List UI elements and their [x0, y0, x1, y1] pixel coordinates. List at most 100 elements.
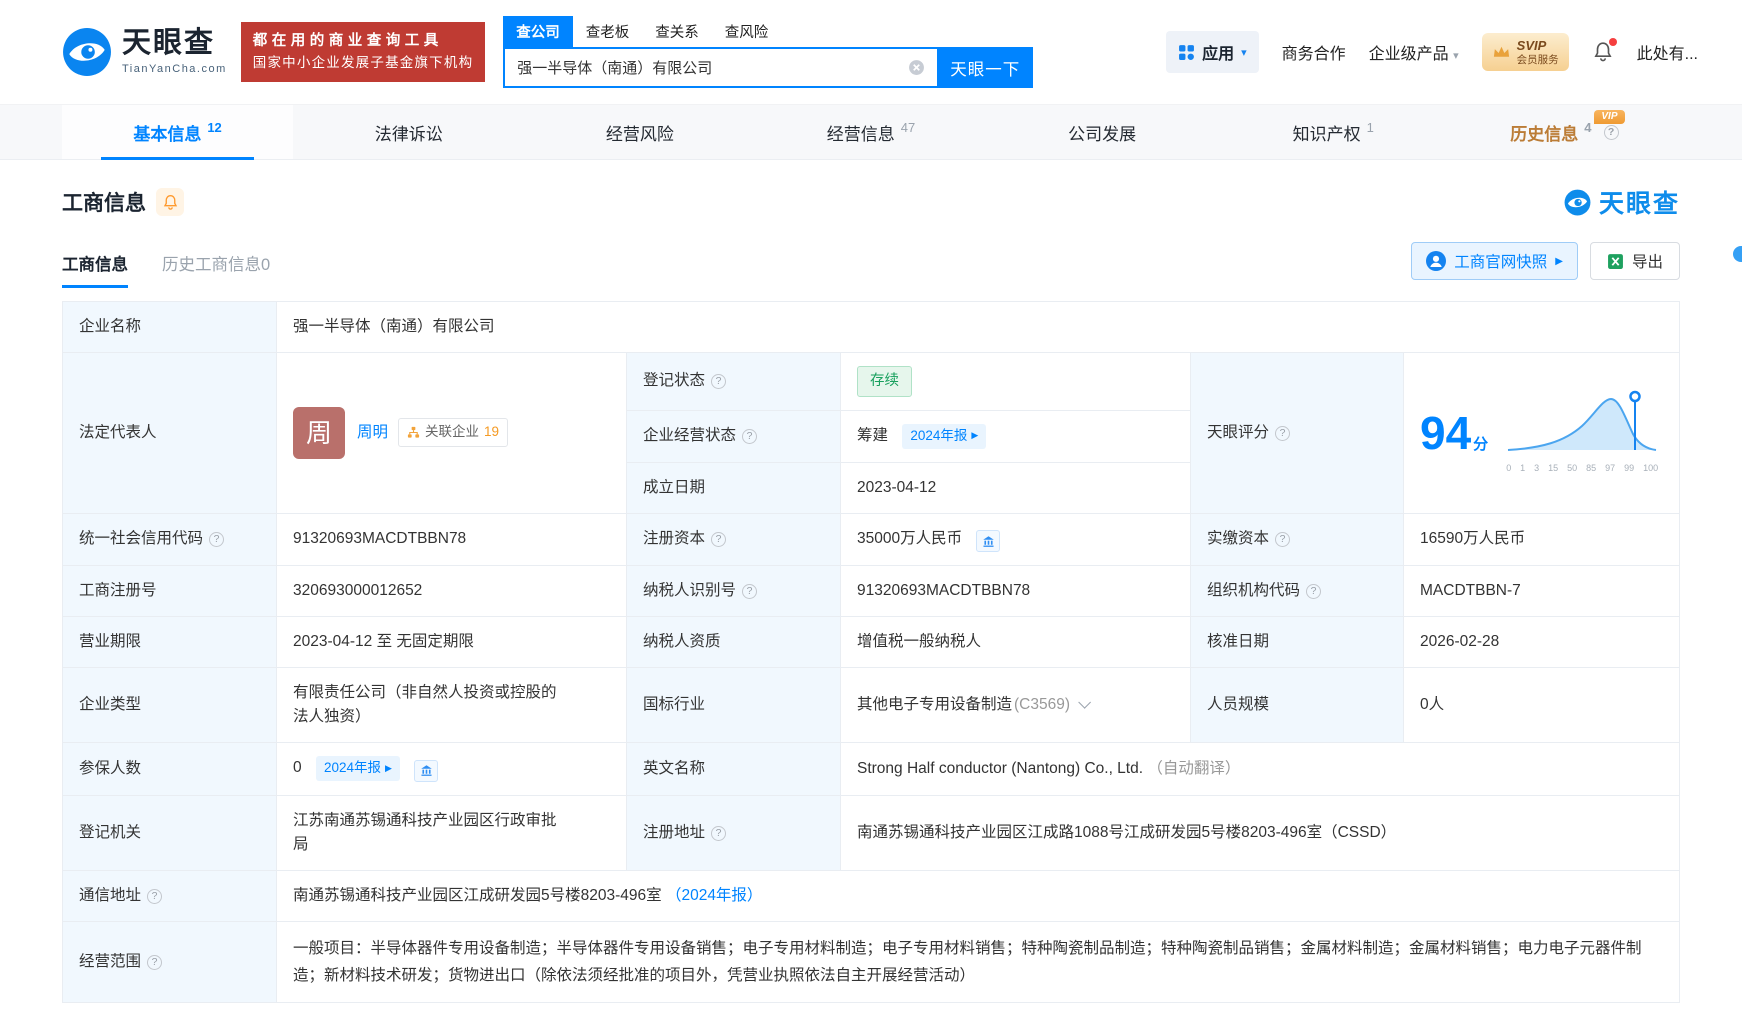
field-value-score: 94 分 0 1 3 15 50 85 97 99 100 [1403, 352, 1680, 514]
field-value-taxpayer-qualification: 增值税一般纳税人 [840, 616, 1191, 669]
help-icon[interactable]: ? [711, 825, 727, 841]
tab-history-info[interactable]: VIP 历史信息 4 ? [1449, 105, 1680, 159]
field-label-registered-address: 注册地址? [626, 794, 841, 871]
brand-name: 天眼查 [1598, 190, 1680, 218]
field-value-paid-in-capital: 16590万人民币 [1403, 512, 1680, 567]
tab-company-development-label: 公司发展 [1068, 124, 1137, 144]
search-tab-relation[interactable]: 查关系 [642, 16, 712, 47]
field-value-establish-date: 2023-04-12 [840, 461, 1191, 514]
related-companies-count: 19 [484, 424, 500, 440]
top-menu: 应用 ▾ 商务合作 企业级产品 ▾ SVIP 会员服务 此处有... [1166, 31, 1742, 73]
search-tab-risk[interactable]: 查风险 [712, 16, 782, 47]
annual-report-tag[interactable]: 2024年报 ▶ [315, 756, 400, 782]
capital-detail-button[interactable] [976, 530, 1001, 553]
bank-icon [983, 535, 994, 547]
main-content: 工商信息 天眼查 工商信息 历史工商信息0 工商官网快照 ▶ 导出 企业名称 强… [0, 184, 1742, 1004]
org-chart-icon [407, 427, 420, 438]
subtab-business-info[interactable]: 工商信息 [62, 251, 128, 288]
search-tab-boss[interactable]: 查老板 [573, 16, 643, 47]
notification-red-dot [1608, 38, 1617, 46]
id-badge-icon [1426, 251, 1447, 271]
floating-widget-handle[interactable] [1733, 246, 1742, 262]
annual-report-tag[interactable]: 2024年报 ▶ [902, 423, 987, 449]
tab-operation-risk[interactable]: 经营风险 [524, 105, 755, 159]
enterprise-products-menu[interactable]: 企业级产品 ▾ [1369, 40, 1459, 64]
account-menu[interactable]: 此处有... [1637, 40, 1698, 64]
svip-text: SVIP 会员服务 [1517, 38, 1559, 66]
help-icon[interactable]: ? [147, 954, 163, 970]
svip-line2: 会员服务 [1516, 53, 1559, 66]
section-title: 工商信息 [62, 192, 146, 215]
annual-report-link[interactable]: （2024年报） [666, 887, 762, 904]
svip-membership-button[interactable]: SVIP 会员服务 [1481, 32, 1569, 72]
search-input[interactable] [503, 47, 938, 88]
help-icon[interactable]: ? [1275, 532, 1291, 548]
slogan-banner: 都在用的商业查询工具 国家中小企业发展子基金旗下机构 [240, 22, 486, 82]
field-value-company-name: 强一半导体（南通）有限公司 [276, 300, 1680, 354]
legal-rep-name-link[interactable]: 周明 [357, 421, 388, 445]
industry-code: (C3569) [1014, 696, 1071, 714]
auto-translate-note: （自动翻译） [1147, 760, 1241, 778]
help-icon[interactable]: ? [1603, 124, 1619, 140]
field-value-postal-address: 南通苏锡通科技产业园区江成研发园5号楼8203-496室 （2024年报） [276, 869, 1680, 923]
excel-icon [1608, 253, 1623, 269]
slogan-line1: 都在用的商业查询工具 [252, 33, 443, 50]
top-header: 天眼查 TianYanCha.com 都在用的商业查询工具 国家中小企业发展子基… [0, 0, 1742, 104]
clear-search-icon[interactable] [908, 59, 925, 76]
field-value-org-code: MACDTBBN-7 [1403, 565, 1680, 618]
field-label-taxpayer-qualification: 纳税人资质 [626, 616, 841, 669]
tab-operation-info[interactable]: 经营信息 47 [755, 105, 986, 159]
help-icon[interactable]: ? [1306, 583, 1322, 599]
subtab-history-business-info[interactable]: 历史工商信息0 [162, 251, 270, 288]
tab-operation-risk-label: 经营风险 [605, 124, 674, 144]
tab-legal-litigation[interactable]: 法律诉讼 [293, 105, 524, 159]
tianyancha-logo[interactable]: 天眼查 TianYanCha.com [62, 27, 227, 77]
help-icon[interactable]: ? [209, 532, 225, 548]
field-label-paid-in-capital: 实缴资本? [1190, 512, 1404, 567]
business-info-table: 企业名称 强一半导体（南通）有限公司 法定代表人 周 周明 关联企业 19 登记… [62, 300, 1680, 1004]
field-value-company-type: 有限责任公司（非自然人投资或控股的法人独资） [276, 667, 627, 744]
search-button[interactable]: 天眼一下 [937, 47, 1034, 88]
search-box: 天眼一下 [503, 47, 1034, 88]
chevron-down-icon[interactable] [1078, 696, 1092, 710]
help-icon[interactable]: ? [742, 583, 758, 599]
field-value-business-scope: 一般项目：半导体器件专用设备制造；半导体器件专用设备销售；电子专用材料制造；电子… [276, 921, 1680, 1004]
score-distribution-chart: 0 1 3 15 50 85 97 99 100 [1506, 390, 1658, 476]
export-button[interactable]: 导出 [1589, 242, 1680, 280]
field-value-legal-rep: 周 周明 关联企业 19 [276, 352, 627, 514]
brand-watermark: 天眼查 [1564, 184, 1680, 220]
official-snapshot-button[interactable]: 工商官网快照 ▶ [1411, 242, 1578, 280]
help-icon[interactable]: ? [711, 532, 727, 548]
eye-logo-icon [63, 28, 111, 76]
field-value-registration-number: 320693000012652 [276, 565, 627, 618]
related-companies-label: 关联企业 [425, 424, 480, 440]
subscribe-bell-button[interactable] [156, 188, 184, 216]
field-label-registered-capital: 注册资本? [626, 512, 841, 567]
export-button-label: 导出 [1631, 254, 1663, 271]
insurance-detail-button[interactable] [414, 759, 439, 782]
avatar[interactable]: 周 [293, 406, 345, 459]
tab-company-development[interactable]: 公司发展 [987, 105, 1218, 159]
tab-intellectual-property-label: 知识产权 [1292, 124, 1361, 144]
notifications-bell-button[interactable] [1592, 38, 1617, 63]
related-companies-badge[interactable]: 关联企业 19 [398, 418, 509, 448]
tab-legal-litigation-label: 法律诉讼 [374, 124, 443, 144]
tab-basic-info-label: 基本信息 [133, 124, 202, 144]
table-row: 企业名称 强一半导体（南通）有限公司 [62, 300, 1680, 354]
tab-intellectual-property[interactable]: 知识产权 1 [1218, 105, 1449, 159]
help-icon[interactable]: ? [147, 888, 163, 904]
tab-basic-info[interactable]: 基本信息 12 [62, 105, 294, 160]
status-badge: 存续 [857, 366, 912, 397]
help-icon[interactable]: ? [1275, 425, 1291, 441]
help-icon[interactable]: ? [711, 374, 727, 390]
snapshot-button-label: 工商官网快照 [1454, 254, 1548, 271]
help-icon[interactable]: ? [742, 428, 758, 444]
table-row: 工商注册号 320693000012652 纳税人识别号? 91320693MA… [62, 565, 1680, 618]
apps-menu-button[interactable]: 应用 ▾ [1166, 31, 1259, 73]
field-value-industry: 其他电子专用设备制造 (C3569) [840, 667, 1191, 744]
business-cooperation-link[interactable]: 商务合作 [1282, 40, 1346, 64]
table-row: 统一社会信用代码? 91320693MACDTBBN78 注册资本? 35000… [62, 512, 1680, 567]
search-tab-company[interactable]: 查公司 [503, 16, 573, 47]
field-value-english-name: Strong Half conductor (Nantong) Co., Ltd… [840, 742, 1680, 796]
enterprise-products-label: 企业级产品 [1368, 46, 1449, 63]
